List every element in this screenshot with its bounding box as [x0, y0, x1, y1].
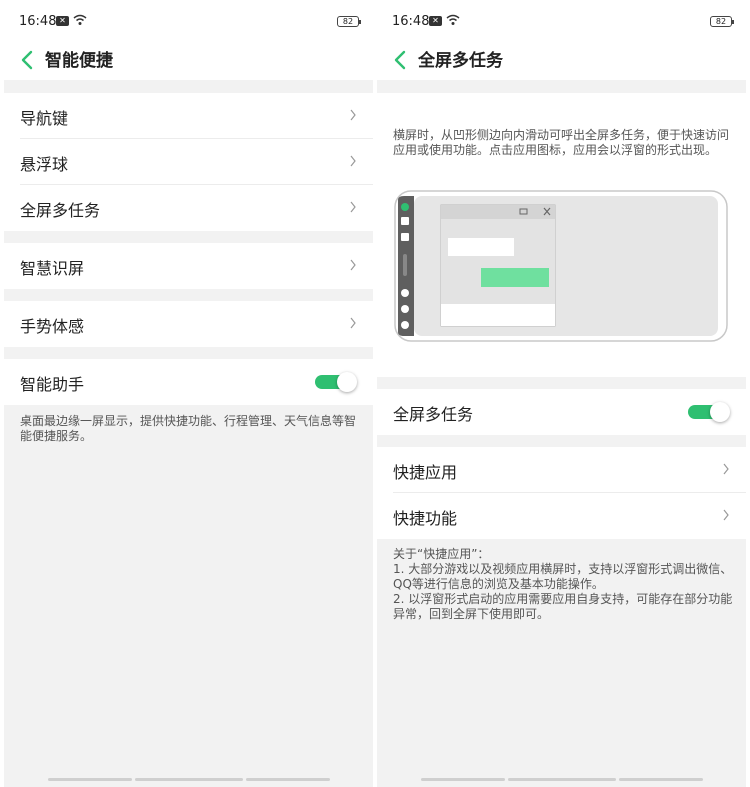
smart-assistant-item: 智能助手 [4, 359, 373, 405]
fullscreen-multitask-item[interactable]: 全屏多任务 [4, 185, 373, 231]
right-screen: 16:48 ✕ 82 全屏多任务 横屏时，从凹形侧边向内滑动可呼出全屏多任务，便… [377, 0, 746, 787]
notification-icon: ✕ [56, 16, 69, 26]
smart-screen-item[interactable]: 智慧识屏 [4, 243, 373, 289]
chevron-right-icon [723, 509, 729, 521]
list-item-label: 智慧识屏 [20, 259, 85, 278]
floating-ball-item[interactable]: 悬浮球 [4, 139, 373, 185]
list-item-label: 全屏多任务 [20, 201, 101, 220]
chevron-right-icon [350, 155, 356, 167]
list-item-label: 导航键 [20, 109, 69, 128]
fullscreen-multitask-toggle[interactable] [688, 402, 730, 422]
nav-bar-segment [421, 778, 505, 781]
settings-group-main: 导航键 悬浮球 全屏多任务 [4, 93, 373, 231]
nav-bar-segment [246, 778, 330, 781]
battery-icon: 82 [710, 16, 734, 27]
nav-bar-segment [48, 778, 132, 781]
fullscreen-multitask-setting: 全屏多任务 [377, 389, 746, 435]
wifi-icon [73, 14, 87, 25]
chevron-right-icon [350, 201, 356, 213]
title-bar: 智能便捷 [4, 44, 373, 80]
status-bar: 16:48 ✕ 82 [4, 0, 373, 44]
chevron-right-icon [350, 259, 356, 271]
toggle-knob [710, 402, 730, 422]
nav-bar-segment [135, 778, 243, 781]
chevron-right-icon [350, 317, 356, 329]
note-item: 2. 以浮窗形式启动的应用需要应用自身支持，可能存在部分功能异常，回到全屏下使用… [393, 592, 733, 621]
list-item-label: 手势体感 [20, 317, 85, 336]
back-arrow-icon[interactable] [18, 48, 38, 72]
assistant-description: 桌面最边缘一屏显示，提供快捷功能、行程管理、天气信息等智能便捷服务。 [20, 414, 357, 443]
smart-assistant-toggle[interactable] [315, 372, 357, 392]
settings-group-gesture: 手势体感 [4, 301, 373, 347]
intro-text: 横屏时，从凹形侧边向内滑动可呼出全屏多任务，便于快速访问应用或使用功能。点击应用… [393, 128, 730, 157]
quick-settings-group: 快捷应用 快捷功能 [377, 447, 746, 539]
back-arrow-icon[interactable] [391, 48, 411, 72]
notification-icon: ✕ [429, 16, 442, 26]
status-time: 16:48 [392, 14, 430, 29]
gesture-item[interactable]: 手势体感 [4, 301, 373, 347]
list-item-label: 全屏多任务 [393, 405, 474, 424]
title-bar: 全屏多任务 [377, 44, 746, 80]
quick-functions-item[interactable]: 快捷功能 [377, 493, 746, 539]
settings-group-smart-screen: 智慧识屏 [4, 243, 373, 289]
nav-bar-segment [508, 778, 616, 781]
page-title: 全屏多任务 [418, 51, 503, 71]
list-item-label: 智能助手 [20, 375, 85, 394]
battery-icon: 82 [337, 16, 361, 27]
left-screen: 16:48 ✕ 82 智能便捷 导航键 悬浮球 全屏多任务 智慧识屏 手势体感 … [4, 0, 373, 787]
quick-apps-notes: 关于“快捷应用”： 1. 大部分游戏以及视频应用横屏时，支持以浮窗形式调出微信、… [393, 547, 733, 622]
list-item-label: 悬浮球 [20, 155, 69, 174]
nav-bar-segment [619, 778, 703, 781]
note-item: 1. 大部分游戏以及视频应用横屏时，支持以浮窗形式调出微信、QQ等进行信息的浏览… [393, 562, 733, 591]
chevron-right-icon [723, 463, 729, 475]
wifi-icon [446, 14, 460, 25]
chevron-right-icon [350, 109, 356, 121]
page-title: 智能便捷 [45, 51, 113, 71]
nav-keys-item[interactable]: 导航键 [4, 93, 373, 139]
quick-apps-item[interactable]: 快捷应用 [377, 447, 746, 493]
settings-group-assistant: 智能助手 [4, 359, 373, 405]
multitask-illustration [394, 190, 728, 342]
status-bar: 16:48 ✕ 82 [377, 0, 746, 44]
notes-title: 关于“快捷应用”： [393, 547, 490, 561]
status-time: 16:48 [19, 14, 57, 29]
list-item-label: 快捷应用 [393, 463, 458, 482]
list-item-label: 快捷功能 [393, 509, 458, 528]
fullscreen-toggle-group: 全屏多任务 [377, 389, 746, 435]
toggle-knob [337, 372, 357, 392]
